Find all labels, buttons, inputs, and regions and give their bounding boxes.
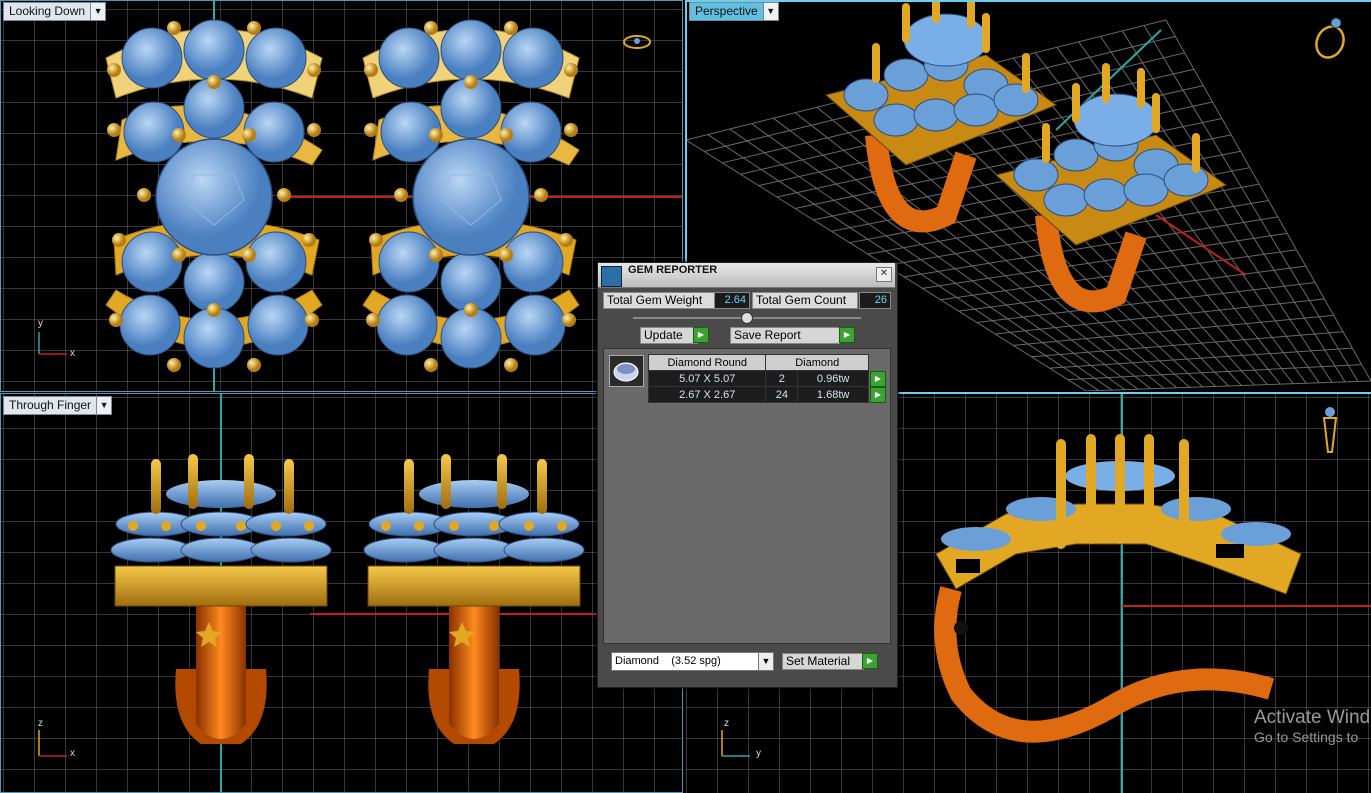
chevron-down-icon[interactable]: ▼: [758, 653, 773, 670]
row-arrow-icon[interactable]: ▶: [870, 386, 886, 403]
dialog-titlebar[interactable]: GEM REPORTER ✕: [598, 263, 895, 288]
gem-reporter-dialog[interactable]: GEM REPORTER ✕ Total Gem Weight 2.64 Tot…: [597, 262, 898, 688]
gem-count: 24: [765, 386, 799, 403]
gallery-window: [956, 559, 980, 573]
material-select-value: Diamond (3.52 spg): [615, 655, 721, 667]
gem-table: Diamond Round Diamond 5.07 X 5.07 2 0.96…: [647, 354, 890, 403]
watermark-line1: Activate Wind: [1254, 707, 1371, 728]
gem: [1221, 522, 1291, 546]
gem-table-header: Diamond Round Diamond: [647, 354, 890, 371]
gem: [941, 527, 1011, 551]
slider-handle[interactable]: [741, 312, 753, 324]
prong: [1144, 434, 1154, 544]
update-arrow-icon[interactable]: ▶: [693, 327, 709, 343]
gem: [1161, 497, 1231, 521]
watermark-line2: Go to Settings to: [1254, 729, 1359, 745]
prong: [1056, 439, 1066, 549]
viewport-border: [0, 0, 683, 392]
close-button[interactable]: ✕: [876, 267, 892, 282]
save-report-button[interactable]: Save Report: [730, 327, 840, 344]
ring-orientation-icon: [1322, 407, 1338, 453]
prong: [1115, 434, 1125, 544]
table-row[interactable]: 2.67 X 2.67 24 1.68tw ▶: [647, 386, 890, 403]
axis-h-label: y: [756, 748, 761, 759]
gem-reporter-icon: [601, 266, 622, 287]
row-arrow-icon[interactable]: ▶: [870, 370, 886, 387]
header-material: Diamond: [765, 354, 869, 371]
prong: [1086, 434, 1096, 544]
set-material-button[interactable]: Set Material: [782, 653, 864, 670]
gem-size: 5.07 X 5.07: [647, 370, 767, 387]
header-shape: Diamond Round: [647, 354, 767, 371]
gem-list-panel: Diamond Round Diamond 5.07 X 5.07 2 0.96…: [603, 348, 891, 644]
update-button[interactable]: Update: [640, 327, 698, 344]
table-row[interactable]: 5.07 X 5.07 2 0.96tw ▶: [647, 370, 890, 387]
axis-v-label: z: [724, 718, 729, 729]
set-material-arrow-icon[interactable]: ▶: [862, 653, 878, 669]
gem-count: 2: [765, 370, 799, 387]
gem-size: 2.67 X 2.67: [647, 386, 767, 403]
dialog-title: GEM REPORTER: [628, 264, 718, 276]
diamond-round-thumbnail[interactable]: [609, 355, 644, 387]
total-gem-count-value: 26: [859, 292, 891, 309]
gem-weight: 1.68tw: [797, 386, 869, 403]
save-report-arrow-icon[interactable]: ▶: [839, 327, 855, 343]
gallery-window: [1216, 544, 1244, 558]
shank-hole: [954, 621, 968, 635]
total-gem-weight-label: Total Gem Weight: [603, 292, 715, 309]
gem-weight: 0.96tw: [797, 370, 869, 387]
prong: [1179, 439, 1189, 549]
activation-watermark: Activate Wind Go to Settings to: [1254, 707, 1370, 745]
total-gem-weight-value: 2.64: [714, 292, 750, 309]
material-select[interactable]: Diamond (3.52 spg) ▼: [611, 652, 774, 671]
total-gem-count-label: Total Gem Count: [752, 292, 858, 309]
viewport-border: [0, 393, 683, 793]
